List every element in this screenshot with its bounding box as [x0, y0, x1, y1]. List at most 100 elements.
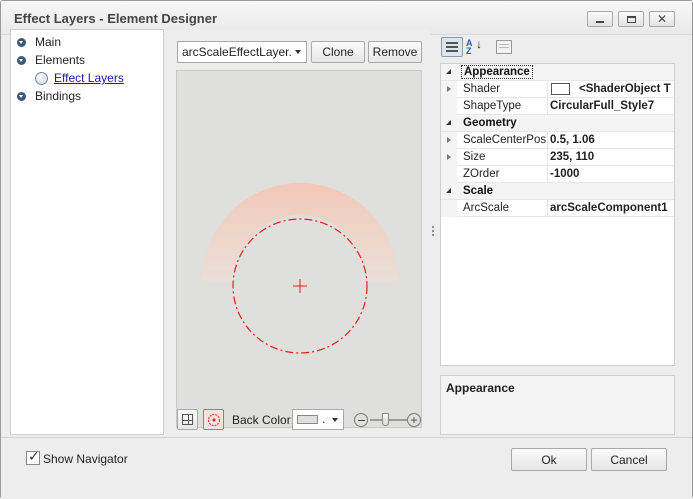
show-navigator-checkbox[interactable]: ✓	[26, 448, 40, 465]
property-value[interactable]: 0.5, 1.06	[550, 134, 595, 146]
color-swatch	[297, 415, 318, 424]
property-row[interactable]: ArcScale arcScaleComponent1	[441, 200, 674, 217]
collapse-arrow-icon[interactable]	[446, 188, 451, 193]
column-divider	[547, 166, 548, 183]
column-divider	[547, 149, 548, 166]
property-name: ZOrder	[463, 168, 500, 180]
dialog-footer	[1, 437, 692, 499]
ok-button[interactable]: Ok	[511, 448, 587, 471]
maximize-button[interactable]	[618, 11, 644, 27]
row-gutter	[441, 166, 457, 183]
property-row[interactable]: ZOrder -1000	[441, 166, 674, 183]
property-category-row[interactable]: Appearance	[441, 64, 674, 81]
row-gutter	[441, 200, 457, 217]
zoom-slider-thumb[interactable]	[382, 413, 389, 426]
chevron-down-icon	[295, 50, 301, 54]
property-row[interactable]: ScaleCenterPos 0.5, 1.06	[441, 132, 674, 149]
maximize-icon	[626, 15, 636, 23]
collapse-arrow-icon[interactable]	[446, 120, 451, 125]
center-view-button[interactable]	[203, 409, 224, 430]
clone-button[interactable]: Clone	[311, 41, 365, 63]
window-title: Effect Layers - Element Designer	[14, 11, 218, 26]
property-row[interactable]: Size 235, 110	[441, 149, 674, 166]
zoom-in-button[interactable]: +	[407, 413, 421, 427]
expand-arrow-icon	[17, 55, 26, 65]
column-divider	[547, 132, 548, 149]
property-name: ScaleCenterPos	[463, 134, 547, 146]
fit-view-button[interactable]	[177, 409, 198, 430]
checkmark-icon: ✓	[28, 448, 40, 464]
tree-item-elements[interactable]: Elements	[17, 51, 85, 69]
tree-item-label: Effect Layers	[54, 71, 124, 85]
expand-arrow-icon[interactable]	[447, 137, 451, 143]
expand-arrow-icon[interactable]	[447, 86, 451, 92]
minimize-icon	[596, 20, 604, 23]
column-divider	[547, 200, 548, 217]
back-color-value: .	[322, 412, 326, 426]
property-panel: A Z ↓ Appearance Shader <ShaderObject T Shape…	[438, 35, 675, 435]
property-row[interactable]: ShapeType CircularFull_Style7	[441, 98, 674, 115]
property-name: Size	[463, 151, 486, 163]
property-pages-button[interactable]	[496, 40, 512, 54]
row-gutter	[441, 98, 457, 115]
show-navigator-label: Show Navigator	[43, 452, 128, 466]
effect-preview-graphic	[202, 183, 398, 354]
property-category-label: Appearance	[461, 65, 533, 79]
expand-arrow-icon	[17, 91, 26, 101]
chevron-down-icon	[332, 418, 338, 422]
property-value[interactable]: -1000	[550, 168, 579, 180]
effect-layer-shape	[202, 183, 398, 281]
property-value[interactable]: arcScaleComponent1	[550, 202, 668, 214]
preview-panel: arcScaleEffectLayer... Clone Remove Back…	[165, 29, 430, 435]
effect-layer-select-value: arcScaleEffectLayer...	[182, 45, 292, 59]
collapse-arrow-icon[interactable]	[446, 69, 451, 74]
property-name: ShapeType	[463, 100, 522, 112]
categorized-icon	[446, 42, 458, 52]
tree-item-main[interactable]: Main	[17, 33, 61, 51]
grid-view-icon	[182, 414, 193, 425]
tree-item-bindings[interactable]: Bindings	[17, 87, 81, 105]
alphabetical-button[interactable]: A Z ↓	[466, 38, 484, 57]
property-pages-icon	[499, 44, 509, 50]
preview-canvas[interactable]	[176, 70, 422, 428]
zoom-out-button[interactable]	[354, 413, 368, 427]
shader-swatch	[551, 83, 570, 95]
expand-arrow-icon[interactable]	[447, 154, 451, 160]
element-designer-window: Effect Layers - Element Designer ✕ Main …	[0, 0, 693, 499]
effect-layer-select[interactable]: arcScaleEffectLayer...	[177, 41, 307, 63]
tree-item-label: Elements	[35, 53, 86, 67]
minimize-button[interactable]	[587, 11, 613, 27]
element-tree: Main Elements Effect Layers Bindings	[10, 29, 164, 435]
property-category-row[interactable]: Geometry	[441, 115, 674, 132]
column-divider	[547, 98, 548, 115]
target-icon	[207, 413, 220, 426]
zoom-slider[interactable]	[370, 413, 407, 426]
panel-splitter[interactable]	[431, 226, 435, 240]
property-row[interactable]: Shader <ShaderObject T	[441, 81, 674, 98]
property-value[interactable]: <ShaderObject T	[579, 83, 671, 95]
plus-icon: +	[410, 413, 418, 427]
tree-item-label: Bindings	[35, 89, 82, 103]
property-value[interactable]: 235, 110	[550, 151, 594, 163]
property-name: Shader	[463, 83, 501, 95]
property-toolbar: A Z ↓	[438, 35, 675, 61]
tree-item-effect-layers[interactable]: Effect Layers	[35, 69, 124, 87]
cancel-button[interactable]: Cancel	[591, 448, 667, 471]
property-grid: Appearance Shader <ShaderObject T ShapeType…	[440, 63, 675, 366]
tree-item-label: Main	[35, 35, 62, 49]
back-color-picker[interactable]: .	[292, 409, 344, 430]
property-description: Appearance	[440, 375, 675, 435]
expand-arrow-icon	[17, 37, 26, 47]
remove-button[interactable]: Remove	[368, 41, 422, 63]
close-button[interactable]: ✕	[649, 11, 675, 27]
layer-node-icon	[35, 71, 48, 85]
close-icon: ✕	[656, 12, 668, 26]
property-category-label: Geometry	[463, 117, 517, 129]
categorized-button[interactable]	[441, 37, 463, 57]
property-category-row[interactable]: Scale	[441, 183, 674, 200]
property-value[interactable]: CircularFull_Style7	[550, 100, 654, 112]
description-title: Appearance	[446, 381, 515, 395]
column-divider	[547, 81, 548, 98]
back-color-label: Back Color:	[232, 413, 295, 427]
sort-az-icon: AZ	[466, 38, 473, 56]
